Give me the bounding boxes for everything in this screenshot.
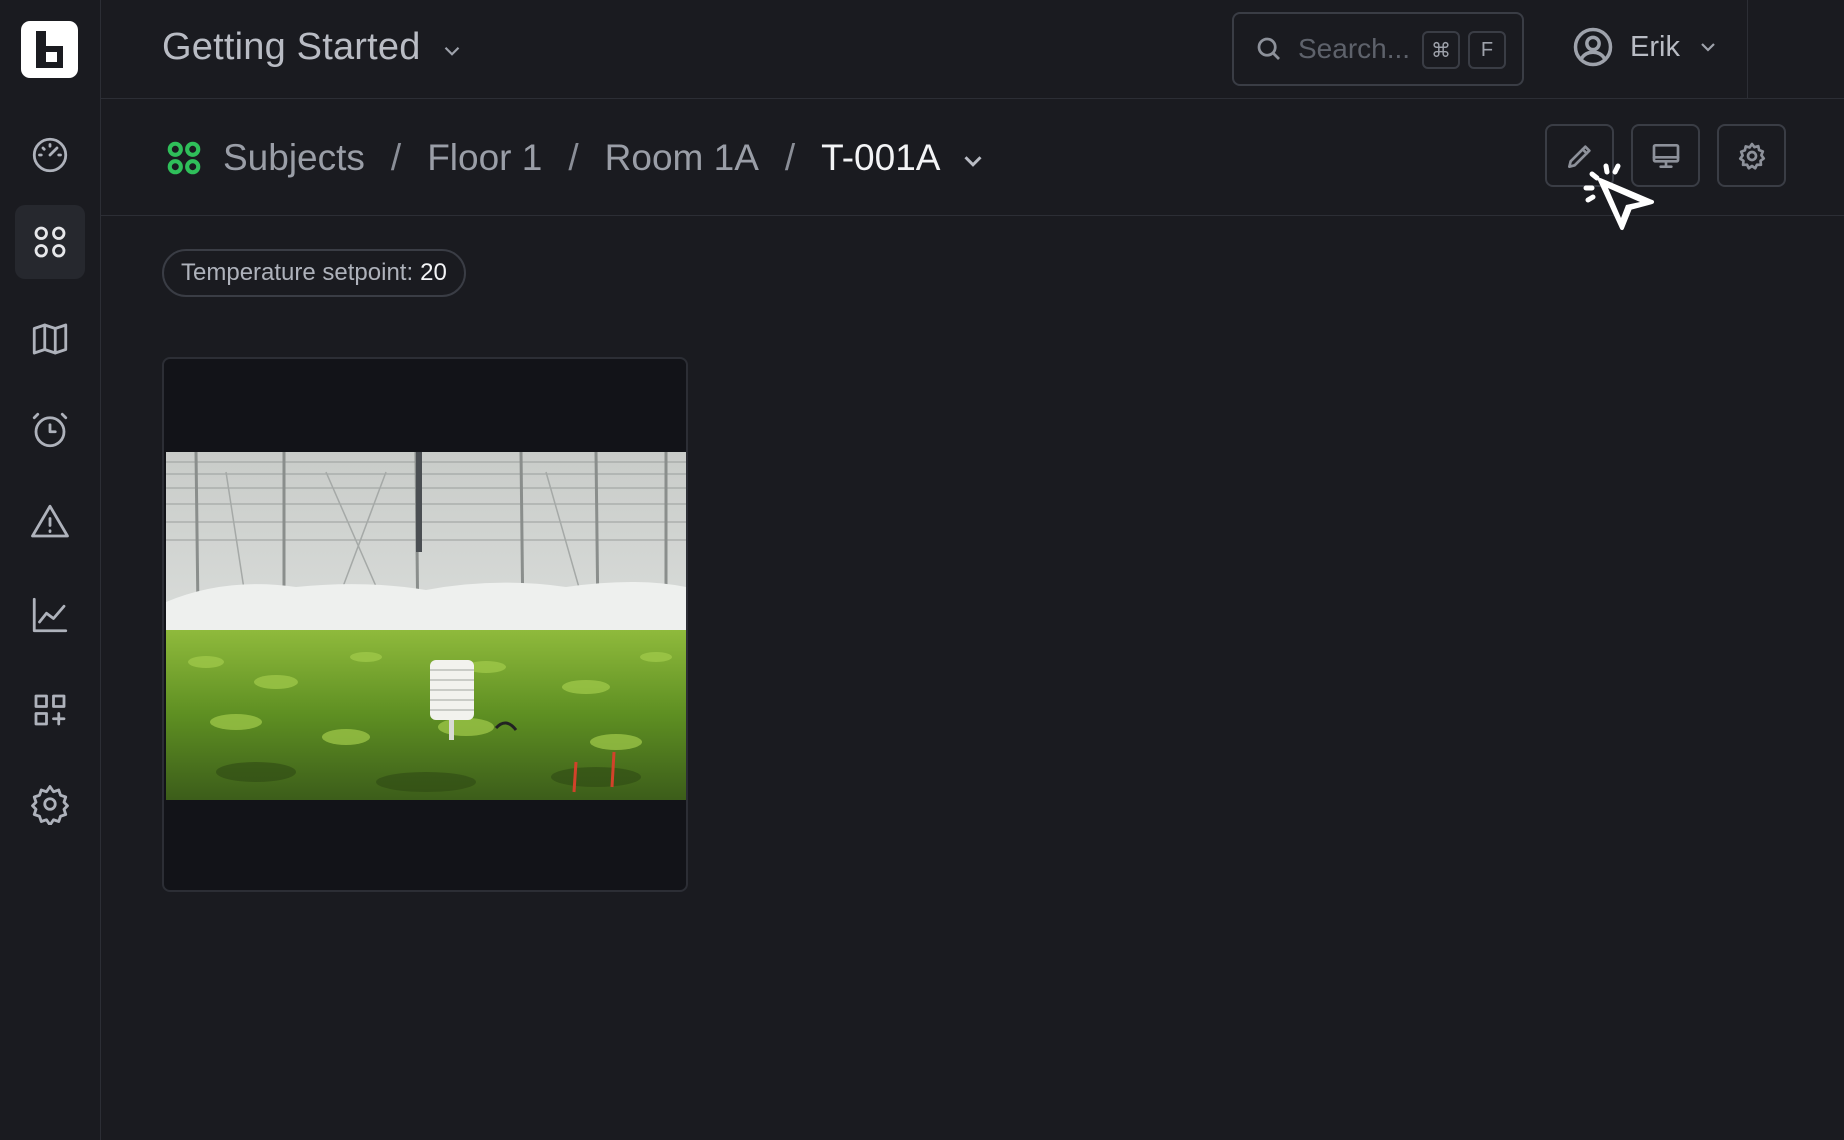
chevron-down-icon[interactable] bbox=[940, 140, 988, 176]
breadcrumb-subjects[interactable]: Subjects bbox=[223, 137, 365, 179]
map-icon bbox=[32, 323, 68, 355]
setpoint-value: 20 bbox=[420, 259, 447, 286]
sidebar-item-alarms[interactable] bbox=[15, 393, 85, 467]
breadcrumb-separator: / bbox=[390, 137, 402, 178]
sidebar-item-map[interactable] bbox=[15, 302, 85, 376]
breadcrumb: Subjects / Floor 1 / Room 1A / T-001A bbox=[165, 137, 988, 179]
sidebar-item-widgets[interactable] bbox=[15, 673, 85, 747]
shortcut-f-key: F bbox=[1468, 31, 1506, 69]
breadcrumb-room[interactable]: Room 1A bbox=[605, 137, 759, 179]
settings-gear-icon bbox=[31, 785, 69, 825]
search-placeholder: Search... bbox=[1298, 33, 1411, 64]
sidebar-item-charts[interactable] bbox=[15, 578, 85, 652]
app-logo-icon[interactable] bbox=[21, 21, 78, 78]
subjects-grid-icon bbox=[34, 226, 66, 258]
top-bar: Getting Started Search... ⌘ F Erik bbox=[101, 0, 1844, 99]
setpoint-label: Temperature setpoint: bbox=[181, 259, 414, 286]
workspace-selector[interactable]: Getting Started bbox=[162, 26, 465, 69]
sidebar-item-settings[interactable] bbox=[15, 767, 85, 841]
image-widget-card[interactable] bbox=[162, 357, 688, 892]
settings-gear-icon bbox=[1738, 142, 1765, 170]
search-input[interactable]: Search... ⌘ F bbox=[1232, 12, 1524, 86]
user-menu[interactable]: Erik bbox=[1572, 26, 1720, 68]
subjects-grid-icon bbox=[165, 139, 203, 177]
alarm-clock-icon bbox=[32, 412, 68, 448]
breadcrumb-separator: / bbox=[784, 137, 796, 178]
sidebar-item-subjects[interactable] bbox=[15, 205, 85, 279]
greenhouse-photo bbox=[166, 452, 686, 800]
sidebar-item-dashboard[interactable] bbox=[15, 118, 85, 192]
add-widget-icon bbox=[34, 694, 66, 726]
settings-button[interactable] bbox=[1717, 124, 1786, 187]
user-avatar-icon bbox=[1573, 27, 1613, 67]
user-name: Erik bbox=[1630, 30, 1680, 63]
line-chart-icon bbox=[32, 597, 68, 633]
search-icon bbox=[1257, 37, 1280, 60]
temperature-setpoint-badge: Temperature setpoint: 20 bbox=[162, 249, 466, 297]
chevron-down-icon bbox=[444, 46, 459, 56]
workspace-title: Getting Started bbox=[162, 26, 421, 68]
sidebar-item-alerts[interactable] bbox=[15, 485, 85, 559]
breadcrumb-floor[interactable]: Floor 1 bbox=[427, 137, 542, 179]
header-divider bbox=[1747, 0, 1748, 99]
chevron-down-icon bbox=[1701, 43, 1715, 52]
sidebar bbox=[0, 0, 101, 1140]
dashboard-gauge-icon bbox=[32, 137, 68, 173]
click-cursor-icon bbox=[1578, 154, 1658, 234]
breadcrumb-current[interactable]: T-001A bbox=[821, 137, 940, 179]
breadcrumb-separator: / bbox=[568, 137, 579, 178]
shortcut-cmd-key: ⌘ bbox=[1422, 31, 1460, 69]
warning-triangle-icon bbox=[31, 504, 69, 538]
